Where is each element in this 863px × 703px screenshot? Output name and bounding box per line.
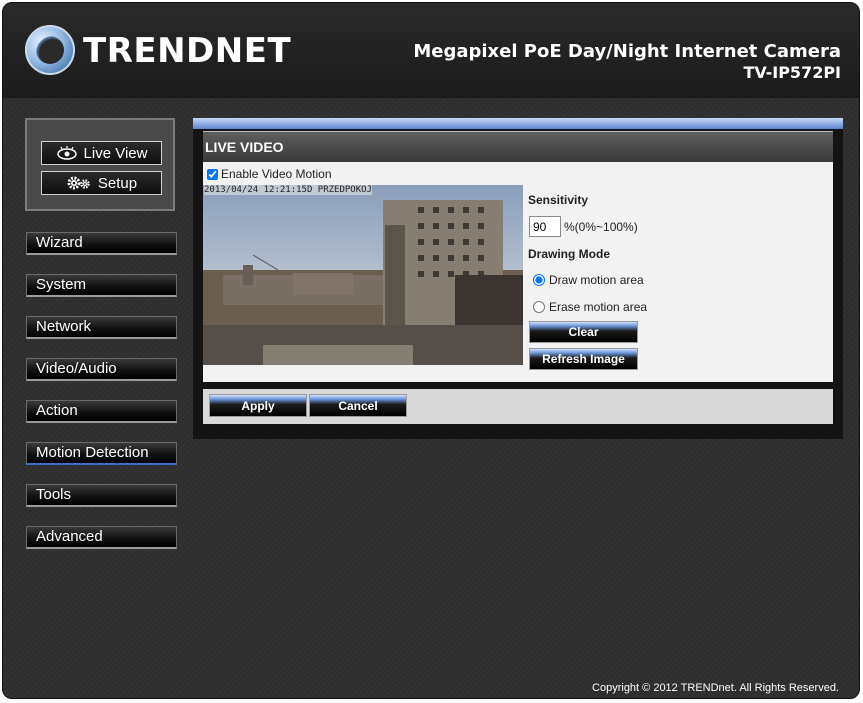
nav-video-audio[interactable]: Video/Audio bbox=[26, 358, 177, 381]
drawing-mode-label: Drawing Mode bbox=[528, 247, 611, 261]
view-mode-box: Live View Setup bbox=[25, 118, 175, 211]
camera-snapshot[interactable]: 2013/04/24 12:21:15D PRZEDPOKOJ bbox=[203, 185, 523, 365]
live-view-label: Live View bbox=[83, 144, 148, 162]
nav-advanced[interactable]: Advanced bbox=[26, 526, 177, 549]
nav-network[interactable]: Network bbox=[26, 316, 177, 339]
header: TRENDNET Megapixel PoE Day/Night Interne… bbox=[3, 3, 859, 98]
trendnet-logo-icon bbox=[25, 25, 75, 75]
nav-system[interactable]: System bbox=[26, 274, 177, 297]
erase-motion-area-option: Erase motion area bbox=[533, 300, 647, 314]
nav-tools[interactable]: Tools bbox=[26, 484, 177, 507]
draw-motion-area-radio[interactable] bbox=[533, 274, 545, 286]
erase-motion-area-radio[interactable] bbox=[533, 301, 545, 313]
clear-button[interactable]: Clear bbox=[529, 321, 638, 343]
form-actions-bar: Apply Cancel bbox=[203, 389, 833, 424]
setup-button[interactable]: Setup bbox=[41, 171, 162, 195]
live-view-button[interactable]: Live View bbox=[41, 141, 162, 165]
draw-motion-area-label: Draw motion area bbox=[549, 273, 644, 287]
video-timestamp: 2013/04/24 12:21:15D PRZEDPOKOJ bbox=[204, 185, 372, 195]
enable-motion-row: Enable Video Motion bbox=[207, 167, 332, 181]
section-accent-bar bbox=[193, 118, 843, 129]
eye-icon bbox=[56, 146, 77, 160]
enable-motion-checkbox[interactable] bbox=[207, 168, 218, 180]
live-video-panel: LIVE VIDEO Enable Video Motion 2013/04/2… bbox=[193, 129, 843, 439]
sensitivity-label: Sensitivity bbox=[528, 193, 589, 207]
copyright-text: Copyright © 2012 TRENDnet. All Rights Re… bbox=[592, 682, 839, 694]
nav-wizard[interactable]: Wizard bbox=[26, 232, 177, 255]
app-frame: TRENDNET Megapixel PoE Day/Night Interne… bbox=[2, 2, 860, 699]
sensitivity-range: %(0%~100%) bbox=[564, 219, 638, 234]
gear-icon bbox=[67, 176, 90, 190]
apply-button[interactable]: Apply bbox=[209, 394, 307, 417]
sensitivity-row: %(0%~100%) bbox=[529, 216, 638, 237]
camera-image bbox=[203, 185, 523, 365]
motion-settings-area: Enable Video Motion 2013/04/24 12:21:15D… bbox=[203, 162, 833, 382]
enable-motion-label: Enable Video Motion bbox=[221, 167, 332, 181]
sensitivity-input[interactable] bbox=[529, 216, 561, 237]
setup-label: Setup bbox=[97, 174, 138, 192]
nav-motion-detection[interactable]: Motion Detection bbox=[26, 442, 177, 465]
nav-action[interactable]: Action bbox=[26, 400, 177, 423]
panel-title: LIVE VIDEO bbox=[203, 131, 833, 162]
brand-logo-text: TRENDNET bbox=[83, 31, 292, 71]
erase-motion-area-label: Erase motion area bbox=[549, 300, 648, 314]
camera-title: Megapixel PoE Day/Night Internet Camera bbox=[413, 41, 841, 62]
camera-model: TV-IP572PI bbox=[743, 63, 841, 82]
draw-motion-area-option: Draw motion area bbox=[533, 273, 644, 287]
refresh-image-button[interactable]: Refresh Image bbox=[529, 348, 638, 370]
cancel-button[interactable]: Cancel bbox=[309, 394, 407, 417]
